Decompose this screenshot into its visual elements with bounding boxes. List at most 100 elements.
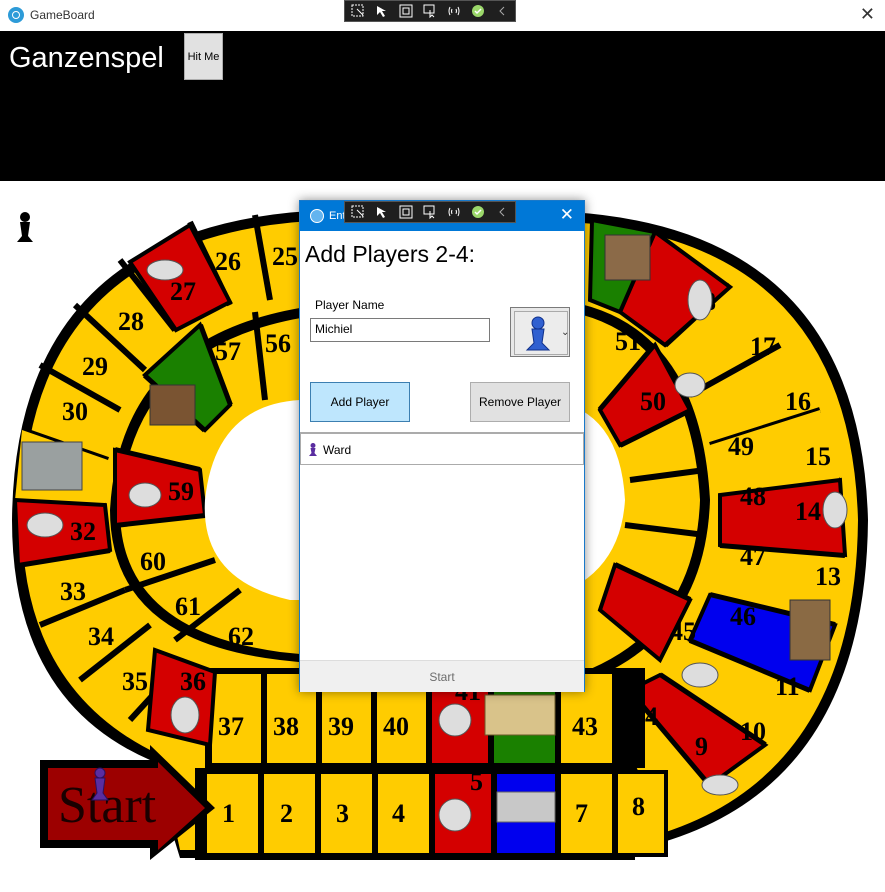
svg-text:15: 15 xyxy=(805,442,831,471)
hot-reload-icon[interactable] xyxy=(445,3,463,19)
svg-text:30: 30 xyxy=(62,397,88,426)
add-player-button[interactable]: Add Player xyxy=(310,382,410,422)
svg-text:60: 60 xyxy=(140,547,166,576)
window-title: GameBoard xyxy=(30,8,95,22)
goose-icon xyxy=(438,798,472,832)
svg-text:56: 56 xyxy=(265,329,291,358)
svg-text:39: 39 xyxy=(328,712,354,741)
debug-toolbar xyxy=(344,201,516,223)
debug-toolbar xyxy=(344,0,516,22)
svg-text:46: 46 xyxy=(730,602,756,631)
goose-icon xyxy=(438,703,472,737)
svg-text:2: 2 xyxy=(280,799,293,828)
chevron-down-icon: ⌄ xyxy=(561,327,570,338)
check-icon[interactable] xyxy=(469,3,487,19)
svg-text:43: 43 xyxy=(572,712,598,741)
add-players-dialog: Ent ✕ Add Players 2-4: Player Name Michi… xyxy=(299,200,585,692)
goose-icon xyxy=(128,482,162,508)
dialog-app-icon xyxy=(310,209,324,223)
hit-me-button[interactable]: Hit Me xyxy=(184,33,223,80)
svg-text:35: 35 xyxy=(122,667,148,696)
svg-text:37: 37 xyxy=(218,712,244,741)
svg-text:34: 34 xyxy=(88,622,114,651)
start-button[interactable]: Start xyxy=(300,661,584,692)
goose-icon xyxy=(701,774,739,796)
purple-pawn-icon xyxy=(309,443,317,456)
svg-text:44: 44 xyxy=(632,702,658,731)
select-element-icon[interactable] xyxy=(349,3,367,19)
goose-icon xyxy=(674,372,706,398)
svg-text:40: 40 xyxy=(383,712,409,741)
svg-text:32: 32 xyxy=(70,517,96,546)
svg-text:10: 10 xyxy=(740,717,766,746)
track-focus-icon[interactable] xyxy=(421,204,439,220)
players-list[interactable]: Ward xyxy=(300,432,584,659)
goose-icon xyxy=(681,662,719,688)
svg-text:14: 14 xyxy=(795,497,821,526)
goose-icon xyxy=(822,491,848,529)
svg-text:49: 49 xyxy=(728,432,754,461)
svg-text:4: 4 xyxy=(392,799,405,828)
svg-text:26: 26 xyxy=(215,247,241,276)
remove-player-button[interactable]: Remove Player xyxy=(470,382,570,422)
svg-text:57: 57 xyxy=(215,337,241,366)
pawn-color-select[interactable]: ⌄ xyxy=(510,307,570,357)
svg-text:5: 5 xyxy=(470,767,483,796)
well-icon xyxy=(21,441,83,491)
maze-icon xyxy=(484,694,556,736)
svg-text:7: 7 xyxy=(575,799,588,828)
svg-text:36: 36 xyxy=(180,667,206,696)
goose-icon xyxy=(687,279,713,321)
svg-text:45: 45 xyxy=(670,617,696,646)
collapse-chevron-icon[interactable] xyxy=(493,204,511,220)
svg-text:29: 29 xyxy=(82,352,108,381)
svg-text:48: 48 xyxy=(740,482,766,511)
layout-bounds-icon[interactable] xyxy=(397,3,415,19)
window-close-button[interactable]: ✕ xyxy=(860,5,875,23)
layout-bounds-icon[interactable] xyxy=(397,204,415,220)
collapse-chevron-icon[interactable] xyxy=(493,3,511,19)
svg-text:50: 50 xyxy=(640,387,666,416)
svg-text:3: 3 xyxy=(336,799,349,828)
svg-text:8: 8 xyxy=(632,792,645,821)
inn-icon xyxy=(604,234,651,281)
dialog-heading: Add Players 2-4: xyxy=(305,241,476,267)
svg-text:28: 28 xyxy=(118,307,144,336)
svg-text:13: 13 xyxy=(815,562,841,591)
svg-text:62: 62 xyxy=(228,622,254,651)
app-icon xyxy=(8,7,24,23)
hot-reload-icon[interactable] xyxy=(445,204,463,220)
svg-text:27: 27 xyxy=(170,277,196,306)
svg-text:11: 11 xyxy=(775,672,800,701)
page-title: Ganzenspel xyxy=(9,42,164,74)
player-name-label: Player Name xyxy=(315,298,385,312)
player-name: Ward xyxy=(323,443,352,457)
start-label: Start xyxy=(58,777,157,834)
bridge-icon xyxy=(789,599,831,661)
track-focus-icon[interactable] xyxy=(421,3,439,19)
catapult-icon xyxy=(149,384,196,426)
select-element-icon[interactable] xyxy=(349,204,367,220)
bridge-icon xyxy=(496,791,556,823)
goose-icon xyxy=(170,696,200,734)
svg-text:33: 33 xyxy=(60,577,86,606)
list-item[interactable]: Ward xyxy=(300,433,584,465)
cursor-icon[interactable] xyxy=(373,204,391,220)
svg-text:51: 51 xyxy=(615,327,641,356)
svg-text:38: 38 xyxy=(273,712,299,741)
svg-text:16: 16 xyxy=(785,387,811,416)
svg-text:47: 47 xyxy=(740,542,766,571)
cursor-icon[interactable] xyxy=(373,3,391,19)
check-icon[interactable] xyxy=(469,204,487,220)
dialog-close-button[interactable]: ✕ xyxy=(560,206,574,224)
blue-pawn-icon xyxy=(525,316,551,351)
svg-text:25: 25 xyxy=(272,242,298,271)
svg-text:1: 1 xyxy=(222,799,235,828)
dialog-footer: Start xyxy=(300,660,584,692)
goose-icon xyxy=(146,259,184,281)
goose-icon xyxy=(26,512,64,538)
black-pawn-icon xyxy=(17,212,33,242)
svg-text:61: 61 xyxy=(175,592,201,621)
svg-text:9: 9 xyxy=(695,732,708,761)
player-name-input[interactable]: Michiel xyxy=(310,318,490,342)
